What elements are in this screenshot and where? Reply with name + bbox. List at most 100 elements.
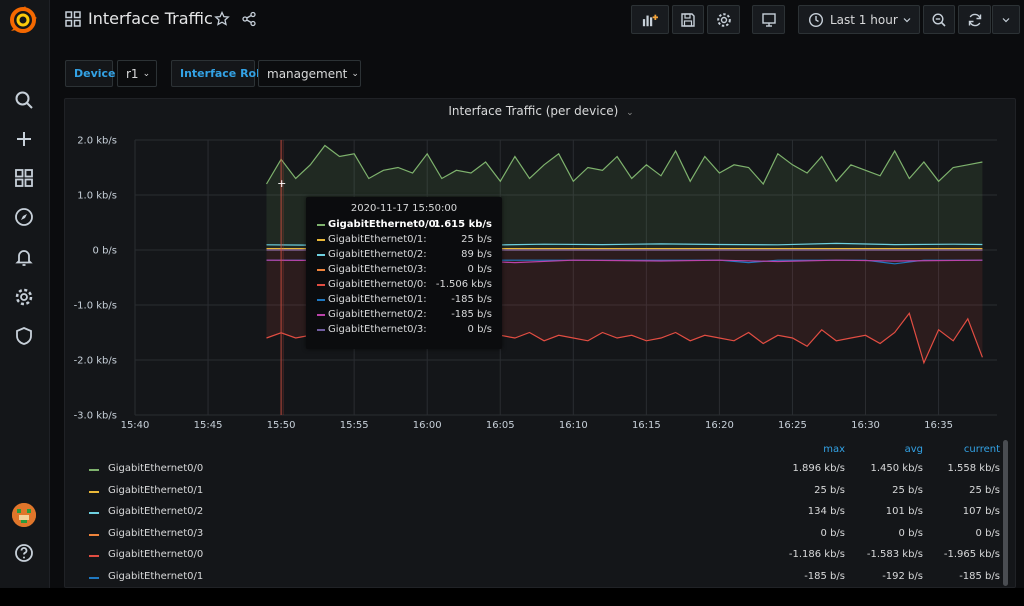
legend-max-value: 25 b/s: [814, 484, 845, 496]
tooltip-time: 2020-11-17 15:50:00: [350, 203, 458, 214]
compass-icon[interactable]: [12, 205, 36, 229]
x-tick-label: 16:35: [924, 420, 953, 431]
add-panel-button[interactable]: [631, 5, 669, 34]
legend-series-name[interactable]: GigabitEthernet0/0: [108, 463, 203, 474]
chevron-down-icon: ⌄: [142, 68, 151, 79]
tooltip-row: GigabitEthernet0/2: 89 b/s: [314, 248, 494, 263]
avatar[interactable]: [12, 503, 36, 527]
variable-value-device: r1: [126, 66, 139, 81]
legend-current-value: 25 b/s: [969, 484, 1000, 496]
monitor-icon: [761, 12, 776, 27]
legend-series-name[interactable]: GigabitEthernet0/2: [108, 506, 203, 517]
search-icon[interactable]: [12, 88, 36, 112]
series-swatch[interactable]: [89, 533, 99, 536]
dashboard-grid-icon: [65, 11, 81, 27]
series-swatch[interactable]: [89, 555, 99, 557]
crosshair-cursor-icon: +: [277, 177, 286, 190]
legend-series-name[interactable]: GigabitEthernet0/0: [108, 549, 203, 560]
legend-row[interactable]: GigabitEthernet0/1 25 b/s 25 b/s 25 b/s: [65, 481, 1015, 503]
refresh-icon: [968, 13, 981, 26]
x-tick-label: 15:50: [267, 420, 296, 431]
y-tick-label: -3.0 kb/s: [74, 411, 117, 422]
legend-row[interactable]: GigabitEthernet0/0 1.896 kb/s 1.450 kb/s 1.…: [65, 459, 1015, 481]
series-swatch[interactable]: [89, 512, 99, 514]
tooltip-series-value: 0 b/s: [467, 264, 492, 275]
series-swatch: [317, 269, 325, 271]
legend-header-max[interactable]: max: [765, 444, 845, 455]
legend-series-name[interactable]: GigabitEthernet0/1: [108, 571, 203, 582]
chevron-down-icon: ⌄: [351, 68, 359, 79]
x-tick-label: 16:30: [851, 420, 880, 431]
legend-series-name[interactable]: GigabitEthernet0/3: [108, 528, 203, 539]
legend-row[interactable]: GigabitEthernet0/2 134 b/s 101 b/s 107 b/s: [65, 502, 1015, 524]
x-tick-label: 16:25: [778, 420, 807, 431]
refresh-interval-button[interactable]: [992, 5, 1020, 34]
y-tick-label: 2.0 kb/s: [77, 136, 117, 147]
chevron-down-icon: [1002, 17, 1010, 22]
topbar: Interface Traffic Last 1 hour: [50, 0, 1024, 40]
legend-current-value: 107 b/s: [962, 506, 1000, 517]
legend-header-current[interactable]: current: [920, 444, 1000, 455]
save-icon: [681, 12, 695, 27]
graph-tooltip: 2020-11-17 15:50:00 GigabitEthernet0/0: 1…: [306, 197, 502, 349]
clock-icon: [808, 12, 824, 27]
star-icon[interactable]: [214, 10, 230, 27]
tooltip-row: GigabitEthernet0/1: -185 b/s: [314, 293, 494, 308]
series-swatch[interactable]: [89, 490, 99, 493]
gear-icon: [716, 12, 731, 27]
dashboard-settings-button[interactable]: [707, 5, 740, 34]
x-tick-label: 15:45: [194, 420, 223, 431]
y-tick-label: 1.0 kb/s: [77, 191, 117, 202]
grafana-dashboard: Interface Traffic Last 1 hour Device r1 …: [0, 0, 1024, 588]
tooltip-row: GigabitEthernet0/0: -1.506 kb/s: [314, 278, 494, 293]
save-dashboard-button[interactable]: [672, 5, 704, 34]
y-tick-label: -2.0 kb/s: [74, 356, 117, 367]
legend-current-value: 1.558 kb/s: [947, 463, 1000, 474]
legend-row[interactable]: GigabitEthernet0/1 -185 b/s -192 b/s -185 b…: [65, 567, 1015, 588]
series-swatch[interactable]: [89, 469, 99, 471]
tooltip-series-value: 0 b/s: [467, 324, 492, 335]
tooltip-series-name: GigabitEthernet0/3:: [328, 324, 427, 335]
chevron-down-icon: [903, 17, 911, 22]
dashboards-grid-icon[interactable]: [12, 166, 36, 190]
shield-icon[interactable]: [12, 324, 36, 348]
legend-max-value: 1.896 kb/s: [792, 463, 845, 474]
help-icon[interactable]: [12, 541, 36, 565]
cycle-view-mode-button[interactable]: [752, 5, 785, 34]
x-tick-label: 16:05: [486, 420, 515, 431]
traffic-chart[interactable]: + 2.0 kb/s 1.0 kb/s 0 b/s -1.0 kb/s -2.0 kb/…: [65, 127, 1016, 439]
plus-icon[interactable]: [12, 127, 36, 151]
gear-icon[interactable]: [12, 285, 36, 309]
series-swatch: [317, 329, 325, 331]
time-picker-button[interactable]: Last 1 hour: [798, 5, 920, 34]
panel-title[interactable]: Interface Traffic (per device) ⌄: [65, 104, 1015, 118]
refresh-button[interactable]: [958, 5, 991, 34]
legend-max-value: 134 b/s: [807, 506, 845, 517]
legend-header-avg[interactable]: avg: [843, 444, 923, 455]
zoom-out-icon: [932, 12, 946, 27]
variable-select-interface-role[interactable]: management ⌄: [258, 60, 361, 87]
variable-select-device[interactable]: r1 ⌄: [117, 60, 157, 87]
dashboard-title[interactable]: Interface Traffic: [88, 9, 213, 28]
grafana-logo-icon[interactable]: [9, 6, 37, 34]
x-tick-label: 16:15: [632, 420, 661, 431]
legend-row[interactable]: GigabitEthernet0/3 0 b/s 0 b/s 0 b/s: [65, 524, 1015, 546]
graph-panel: Interface Traffic (per device) ⌄ + 2.0 k…: [64, 98, 1016, 588]
tooltip-series-value: 1.615 kb/s: [433, 219, 492, 230]
tooltip-series-value: 89 b/s: [461, 249, 492, 260]
tooltip-series-value: -1.506 kb/s: [435, 279, 492, 290]
tooltip-series-name: GigabitEthernet0/3:: [328, 264, 427, 275]
tooltip-series-value: -185 b/s: [451, 294, 492, 305]
legend-max-value: -1.186 kb/s: [788, 549, 845, 560]
bell-icon[interactable]: [12, 245, 36, 269]
x-tick-label: 16:00: [413, 420, 442, 431]
panel-title-text: Interface Traffic (per device): [448, 104, 619, 118]
share-icon[interactable]: [241, 11, 257, 27]
series-swatch: [317, 254, 325, 256]
series-swatch[interactable]: [89, 576, 99, 579]
zoom-out-button[interactable]: [923, 5, 955, 34]
legend-series-name[interactable]: GigabitEthernet0/1: [108, 485, 203, 496]
legend-row[interactable]: GigabitEthernet0/0 -1.186 kb/s -1.583 kb/s…: [65, 545, 1015, 567]
legend-scrollbar[interactable]: [1003, 440, 1008, 586]
legend-current-value: -1.965 kb/s: [943, 549, 1000, 560]
